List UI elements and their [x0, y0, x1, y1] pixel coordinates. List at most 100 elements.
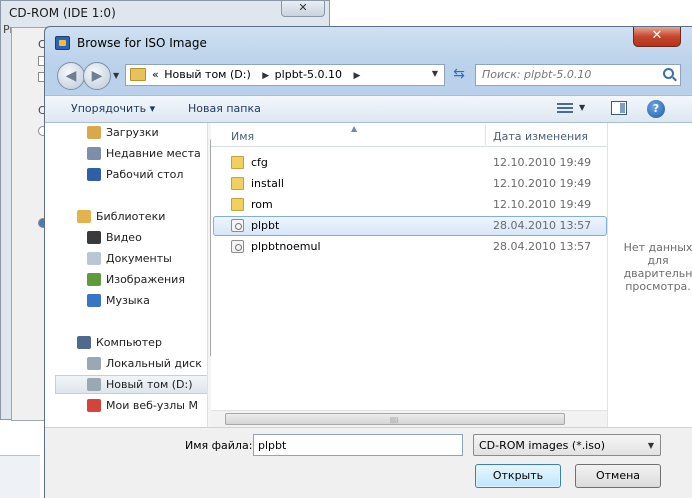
file-date: 12.10.2010 19:49	[493, 177, 592, 190]
nav-item-computer[interactable]: Компьютер	[55, 333, 211, 352]
nav-item-label: Видео	[106, 231, 142, 244]
preview-text-line: дварительн	[623, 267, 692, 280]
nav-item-local-disk[interactable]: Локальный диск	[55, 354, 211, 373]
close-button[interactable]: ✕	[633, 27, 681, 47]
file-name: install	[251, 177, 284, 190]
file-row[interactable]: cfg 12.10.2010 19:49	[213, 153, 607, 173]
column-name[interactable]: Имя	[231, 130, 254, 143]
folder-icon	[231, 198, 244, 211]
file-row[interactable]: plpbtnoemul 28.04.2010 13:57	[213, 237, 607, 257]
organize-button[interactable]: Упорядочить ▾	[71, 102, 155, 115]
background-window-strip	[0, 455, 40, 498]
address-bar[interactable]: « Новый том (D:) ▶ plpbt-5.0.10 ▶ ▼	[125, 64, 445, 86]
breadcrumb-separator-icon[interactable]: ▶	[262, 71, 269, 81]
breadcrumb-overflow[interactable]: «	[152, 68, 159, 81]
help-button[interactable]: ?	[647, 100, 665, 118]
search-icon[interactable]	[663, 68, 674, 79]
file-name: rom	[251, 198, 273, 211]
sort-ascending-icon: ▲	[351, 124, 358, 133]
cancel-button[interactable]: Отмена	[575, 464, 661, 488]
file-name: plpbt	[251, 219, 280, 232]
file-icon	[231, 240, 244, 253]
column-header: Имя ▲ Дата изменения	[211, 123, 607, 147]
preview-text-line: просмотра.	[625, 280, 691, 293]
folder-icon	[231, 156, 244, 169]
file-date: 12.10.2010 19:49	[493, 198, 592, 211]
computer-icon	[77, 336, 91, 349]
desktop-icon	[87, 168, 101, 181]
local-disk-icon	[87, 357, 101, 370]
folder-icon	[130, 68, 146, 81]
nav-item-label: Компьютер	[96, 336, 162, 349]
nav-item-recent-places[interactable]: Недавние места	[55, 144, 211, 163]
file-name: cfg	[251, 156, 268, 169]
preview-pane-icon[interactable]	[611, 101, 627, 115]
video-icon	[87, 231, 101, 244]
nav-item-desktop[interactable]: Рабочий стол	[55, 165, 211, 184]
file-row[interactable]: install 12.10.2010 19:49	[213, 174, 607, 194]
nav-item-label: Библиотеки	[96, 210, 166, 223]
background-close-button[interactable]: ✕	[281, 1, 325, 17]
file-list: Имя ▲ Дата изменения cfg 12.10.2010 19:4…	[211, 123, 607, 427]
toolbar: Упорядочить ▾ Новая папка ▼ ?	[45, 95, 692, 123]
scroll-grip-icon: ||||	[390, 417, 399, 424]
file-scroll-thumb[interactable]: ||||	[225, 413, 565, 425]
forward-button[interactable]: ▶	[83, 62, 111, 90]
file-type-value: CD-ROM images (*.iso)	[479, 439, 605, 452]
search-box[interactable]	[475, 64, 681, 86]
file-name: plpbtnoemul	[251, 240, 321, 253]
navigation-pane: Загрузки Недавние места Рабочий стол Биб…	[55, 123, 211, 427]
breadcrumb-item[interactable]: Новый том (D:)	[164, 68, 251, 81]
search-input[interactable]	[482, 68, 652, 81]
breadcrumb-separator-icon[interactable]: ▶	[353, 71, 360, 81]
chevron-down-icon[interactable]: ▼	[648, 441, 654, 450]
nav-item-video[interactable]: Видео	[55, 228, 211, 247]
nav-item-label: Мои веб-узлы M	[106, 399, 198, 412]
nav-item-volume-d[interactable]: Новый том (D:)	[55, 375, 211, 394]
preview-text-line: для	[647, 254, 669, 267]
file-date: 28.04.2010 13:57	[493, 240, 592, 253]
preview-message: Нет данных для дварительн просмотра.	[608, 241, 692, 293]
recent-locations-dropdown[interactable]: ▼	[113, 71, 119, 80]
file-type-select[interactable]: CD-ROM images (*.iso) ▼	[473, 434, 661, 456]
refresh-button[interactable]: ⇆	[449, 64, 469, 86]
file-row[interactable]: rom 12.10.2010 19:49	[213, 195, 607, 215]
file-row[interactable]: plpbt 28.04.2010 13:57	[213, 216, 607, 236]
nav-item-label: Локальный диск	[106, 357, 202, 370]
dialog-title: Browse for ISO Image	[77, 36, 207, 50]
open-button[interactable]: Открыть	[475, 464, 561, 488]
nav-item-music[interactable]: Музыка	[55, 291, 211, 310]
filename-label: Имя файла:	[185, 439, 253, 452]
nav-item-label: Недавние места	[106, 147, 201, 160]
folder-icon	[231, 177, 244, 190]
file-date: 12.10.2010 19:49	[493, 156, 592, 169]
back-button[interactable]: ◀	[57, 62, 85, 90]
column-separator[interactable]	[485, 125, 486, 145]
nav-item-documents[interactable]: Документы	[55, 249, 211, 268]
nav-item-downloads[interactable]: Загрузки	[55, 123, 211, 142]
music-icon	[87, 294, 101, 307]
volume-icon	[87, 378, 101, 391]
address-dropdown-icon[interactable]: ▼	[432, 69, 438, 78]
nav-item-label: Музыка	[106, 294, 150, 307]
browse-dialog: Browse for ISO Image ✕ ◀ ▶ ▼ « Новый том…	[44, 26, 692, 498]
breadcrumb-item[interactable]: plpbt-5.0.10	[275, 68, 342, 81]
view-options-dropdown[interactable]: ▼	[579, 103, 585, 112]
downloads-folder-icon	[87, 126, 101, 139]
nav-item-libraries[interactable]: Библиотеки	[55, 207, 211, 226]
filename-input[interactable]	[253, 434, 463, 456]
view-options-icon[interactable]	[557, 101, 573, 115]
dialog-footer: Имя файла: CD-ROM images (*.iso) ▼ Откры…	[45, 427, 692, 498]
file-list-scrollbar[interactable]: ||||	[211, 410, 607, 427]
nav-item-web-sites[interactable]: Мои веб-узлы M	[55, 396, 211, 415]
nav-item-label: Документы	[106, 252, 172, 265]
nav-item-label: Изображения	[106, 273, 185, 286]
preview-pane: Нет данных для дварительн просмотра.	[607, 123, 692, 427]
new-folder-button[interactable]: Новая папка	[188, 102, 261, 115]
content-area: Загрузки Недавние места Рабочий стол Биб…	[45, 123, 692, 427]
nav-item-pictures[interactable]: Изображения	[55, 270, 211, 289]
file-date: 28.04.2010 13:57	[493, 219, 592, 232]
recent-places-icon	[87, 147, 101, 160]
documents-icon	[87, 252, 101, 265]
column-date-modified[interactable]: Дата изменения	[493, 130, 588, 143]
